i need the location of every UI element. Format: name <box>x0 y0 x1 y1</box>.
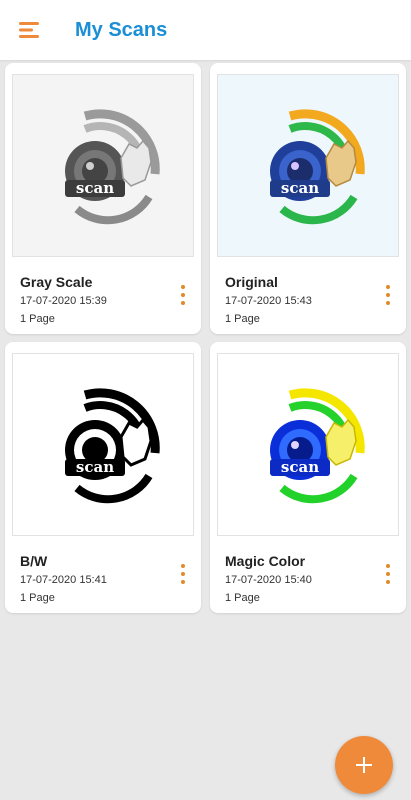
menu-button[interactable] <box>0 0 60 60</box>
scan-logo: scan <box>270 108 365 224</box>
more-vertical-icon <box>181 285 185 289</box>
scan-logo: scan <box>65 387 160 503</box>
scan-thumbnail[interactable]: scan <box>217 74 399 257</box>
more-vertical-icon <box>181 564 185 568</box>
logo-text: scan <box>281 179 319 197</box>
scan-date: 17-07-2020 15:41 <box>20 574 107 586</box>
scan-thumbnail[interactable]: scan <box>217 353 399 536</box>
scan-page-count: 1 Page <box>20 592 55 604</box>
scan-date: 17-07-2020 15:40 <box>225 574 312 586</box>
menu-icon <box>19 22 39 38</box>
scan-name: Original <box>225 274 278 290</box>
scan-logo: scan <box>270 387 365 503</box>
add-scan-button[interactable] <box>335 736 393 794</box>
scan-info: B/W 17-07-2020 15:41 1 Page <box>20 552 165 605</box>
page-title: My Scans <box>75 18 168 41</box>
more-options-button[interactable] <box>378 284 398 306</box>
scan-info: Original 17-07-2020 15:43 1 Page <box>225 273 370 326</box>
more-vertical-icon <box>386 285 390 289</box>
more-options-button[interactable] <box>378 563 398 585</box>
more-vertical-icon <box>386 564 390 568</box>
scan-page-count: 1 Page <box>20 313 55 325</box>
scan-info: Magic Color 17-07-2020 15:40 1 Page <box>225 552 370 605</box>
scan-name: Magic Color <box>225 553 306 569</box>
more-options-button[interactable] <box>173 284 193 306</box>
plus-icon <box>356 757 372 773</box>
scan-page-count: 1 Page <box>225 592 260 604</box>
logo-text: scan <box>281 458 319 476</box>
scan-card-bw[interactable]: scan B/W 17-07-2020 15:41 1 Page <box>5 342 201 613</box>
scan-thumbnail[interactable]: scan <box>12 74 194 257</box>
scan-card-original[interactable]: scan Original 17-07-2020 15:43 1 Page <box>210 63 406 334</box>
more-options-button[interactable] <box>173 563 193 585</box>
scan-card-gray-scale[interactable]: scan Gray Scale 17-07-2020 15:39 1 Page <box>5 63 201 334</box>
app-bar: My Scans <box>0 0 411 60</box>
scan-page-count: 1 Page <box>225 313 260 325</box>
scan-name: B/W <box>20 553 48 569</box>
scan-card-magic-color[interactable]: scan Magic Color 17-07-2020 15:40 1 Page <box>210 342 406 613</box>
scan-thumbnail[interactable]: scan <box>12 353 194 536</box>
scan-info: Gray Scale 17-07-2020 15:39 1 Page <box>20 273 165 326</box>
scan-logo: scan <box>65 108 160 224</box>
logo-text: scan <box>76 179 114 197</box>
logo-text: scan <box>76 458 114 476</box>
scan-date: 17-07-2020 15:39 <box>20 295 107 307</box>
scan-name: Gray Scale <box>20 274 93 290</box>
scan-date: 17-07-2020 15:43 <box>225 295 312 307</box>
